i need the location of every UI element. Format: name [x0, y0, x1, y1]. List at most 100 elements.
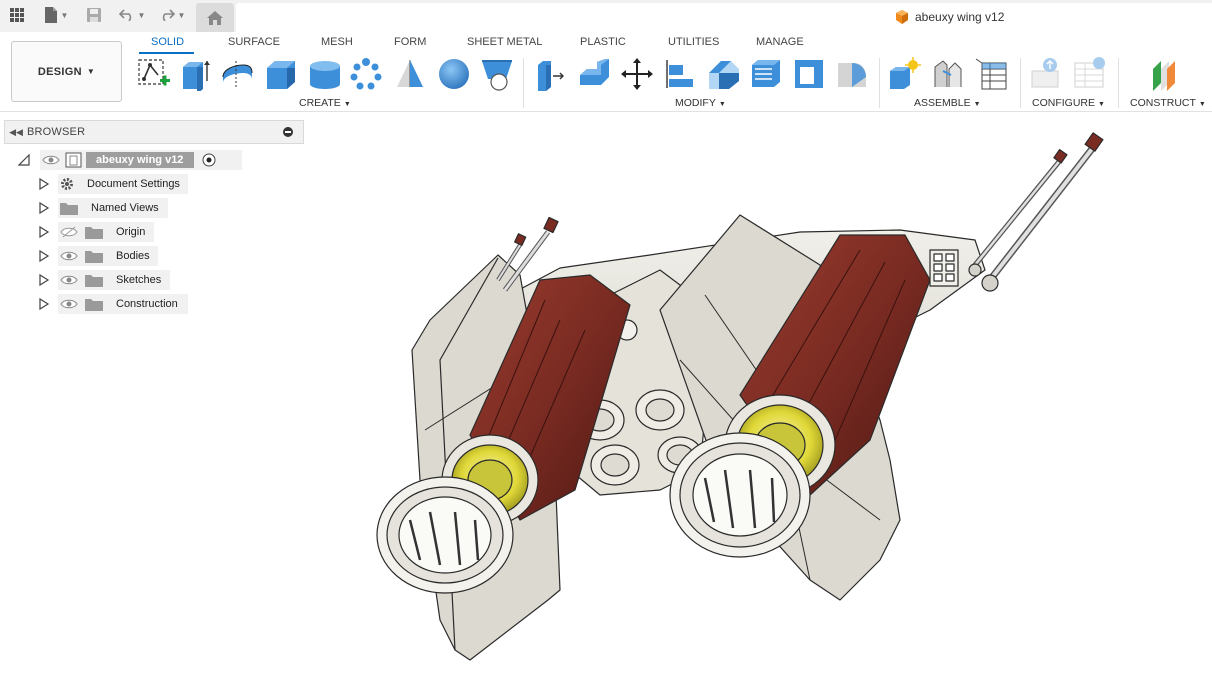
app-grid-icon[interactable]: [6, 4, 28, 26]
revolve-icon: [222, 61, 253, 87]
folder-icon: [85, 275, 103, 287]
modify-menu[interactable]: MODIFY ▼: [675, 97, 726, 109]
create-menu[interactable]: CREATE ▼: [299, 97, 351, 109]
align-button[interactable]: [662, 56, 698, 92]
loft-button[interactable]: [392, 56, 428, 92]
document-tab[interactable]: [236, 3, 1212, 32]
tab-mesh[interactable]: MESH: [321, 36, 353, 48]
save-button[interactable]: [84, 4, 104, 26]
workspace-label: DESIGN: [37, 65, 82, 78]
cylinder-button[interactable]: [307, 56, 343, 92]
configure-table-button[interactable]: [1072, 56, 1108, 92]
assemble-label: ASSEMBLE: [914, 97, 971, 109]
chevron-down-icon: ▼: [343, 101, 351, 108]
modify-label: MODIFY: [675, 97, 716, 109]
extrude-icon: [183, 61, 210, 91]
tab-plastic[interactable]: PLASTIC: [580, 36, 626, 48]
expand-triangle-icon[interactable]: [38, 202, 50, 214]
fillet-button[interactable]: [576, 56, 612, 92]
gear-icon: [61, 178, 73, 190]
chevron-down-icon: ▼: [718, 101, 726, 108]
eye-icon[interactable]: [60, 274, 78, 286]
redo-button[interactable]: ▼: [156, 4, 188, 26]
press-pull-button[interactable]: [532, 56, 568, 92]
construct-menu[interactable]: CONSTRUCT ▼: [1130, 97, 1206, 109]
table-button[interactable]: [973, 56, 1009, 92]
extrude-button[interactable]: [177, 56, 213, 92]
create-sketch-button[interactable]: [135, 56, 171, 92]
tab-manage[interactable]: MANAGE: [756, 36, 804, 48]
wing-model[interactable]: [376, 132, 1104, 661]
root-item-label: abeuxy wing v12: [86, 152, 194, 168]
joint-button[interactable]: [930, 56, 966, 92]
construct-label: CONSTRUCT: [1130, 97, 1196, 109]
box-button[interactable]: [263, 56, 299, 92]
activate-component-icon[interactable]: [202, 153, 216, 167]
expand-triangle-icon[interactable]: [38, 250, 50, 262]
eye-hidden-icon[interactable]: [60, 226, 78, 238]
offset-plane-button[interactable]: [1148, 56, 1184, 92]
expand-triangle-icon[interactable]: [38, 298, 50, 310]
combine-button[interactable]: [791, 56, 827, 92]
eye-icon[interactable]: [42, 154, 60, 166]
tab-form[interactable]: FORM: [394, 36, 426, 48]
draft-button[interactable]: [834, 56, 870, 92]
press-pull-icon: [538, 61, 564, 91]
move-copy-button[interactable]: [619, 56, 655, 92]
browser-item-box[interactable]: Origin: [58, 222, 154, 242]
tab-sheet-metal[interactable]: SHEET METAL: [467, 36, 542, 48]
hole-button[interactable]: [479, 56, 515, 92]
expand-triangle-icon[interactable]: [38, 178, 50, 190]
table-icon: [975, 58, 1007, 90]
hole-icon: [482, 60, 512, 91]
browser-root-item[interactable]: abeuxy wing v12: [40, 150, 242, 170]
move-icon: [621, 58, 653, 90]
sphere-button[interactable]: [436, 56, 472, 92]
browser-item-box[interactable]: Construction: [58, 294, 188, 314]
revolve-button[interactable]: [219, 56, 255, 92]
toolbar-ribbon: DESIGN ▼ SOLID SURFACE MESH FORM SHEET M…: [0, 32, 1212, 112]
tab-utilities[interactable]: UTILITIES: [668, 36, 719, 48]
tab-solid[interactable]: SOLID: [151, 36, 184, 48]
create-label: CREATE: [299, 97, 341, 109]
active-tab-indicator: [139, 52, 194, 54]
browser-item-box[interactable]: Document Settings: [58, 174, 188, 194]
eye-icon[interactable]: [60, 250, 78, 262]
expand-triangle-icon[interactable]: [38, 226, 50, 238]
expand-triangle-icon[interactable]: [38, 274, 50, 286]
workspace-switcher[interactable]: DESIGN ▼: [11, 41, 122, 102]
home-tab[interactable]: [196, 3, 234, 32]
folder-icon: [60, 203, 78, 215]
collapse-panel-icon[interactable]: ◀◀: [5, 127, 27, 138]
new-component-button[interactable]: [886, 56, 922, 92]
pattern-button[interactable]: [348, 56, 384, 92]
tab-surface[interactable]: SURFACE: [228, 36, 280, 48]
model-viewport[interactable]: [0, 113, 1212, 683]
document-title: abeuxy wing v12: [895, 10, 1004, 24]
eye-icon[interactable]: [60, 298, 78, 310]
file-menu-button[interactable]: ▼: [40, 4, 72, 26]
browser-item-box[interactable]: Sketches: [58, 270, 170, 290]
browser-item-box[interactable]: Named Views: [58, 198, 168, 218]
configure-menu[interactable]: CONFIGURE ▼: [1032, 97, 1105, 109]
loft-icon: [397, 60, 423, 87]
undo-button[interactable]: ▼: [116, 4, 148, 26]
minimize-panel-button[interactable]: [283, 127, 293, 137]
align-icon: [666, 60, 693, 88]
chamfer-button[interactable]: [705, 56, 741, 92]
assemble-menu[interactable]: ASSEMBLE ▼: [914, 97, 981, 109]
file-icon: [44, 7, 57, 23]
collapse-triangle-icon[interactable]: [18, 154, 30, 166]
shell-button[interactable]: [748, 56, 784, 92]
browser-panel-header: ◀◀ BROWSER: [4, 120, 304, 144]
save-icon: [87, 8, 101, 22]
configure-label: CONFIGURE: [1032, 97, 1095, 109]
chevron-down-icon: ▼: [1098, 101, 1105, 108]
keypad-panel: [929, 249, 959, 287]
left-nozzle-ring: [376, 476, 514, 594]
configure-parameters-button[interactable]: [1029, 56, 1065, 92]
browser-item-box[interactable]: Bodies: [58, 246, 158, 266]
browser-item-label: Named Views: [91, 202, 159, 214]
browser-item-label: Construction: [116, 298, 178, 310]
browser-item-label: Origin: [116, 226, 146, 238]
